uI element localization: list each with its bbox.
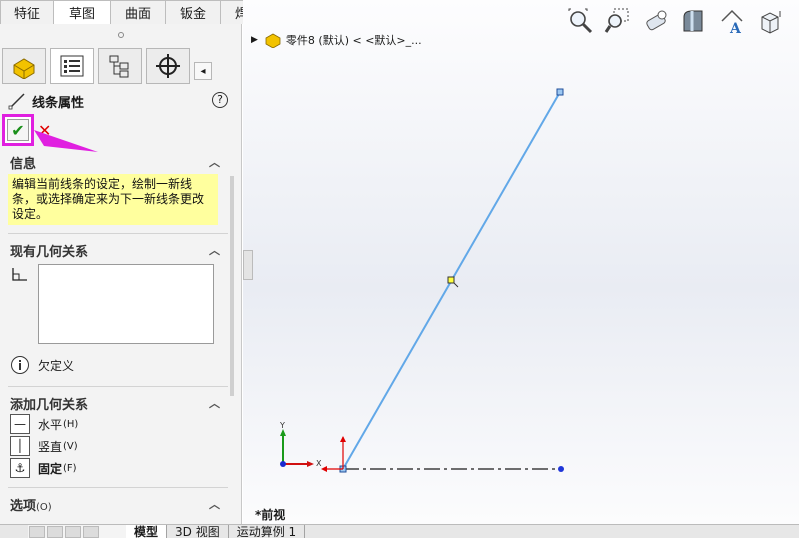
triad-x-arrow xyxy=(307,461,314,467)
triad-y-label: Y xyxy=(279,421,285,430)
relation-vertical[interactable]: │ 竖直 (V) xyxy=(0,435,228,457)
tab-motion-study[interactable]: 运动算例 1 xyxy=(229,524,306,538)
status-text: 欠定义 xyxy=(38,358,75,373)
existing-relations-list[interactable] xyxy=(38,264,214,344)
horizontal-line-icon: — xyxy=(10,414,30,434)
relation-vertical-label: 竖直 xyxy=(38,439,63,454)
checkmark-icon: ✔ xyxy=(11,120,25,140)
chevron-left-icon: ◂ xyxy=(200,65,206,77)
manager-icon-tabs: ◂ xyxy=(2,48,240,84)
relation-horizontal[interactable]: — 水平 (H) xyxy=(0,413,228,435)
tab-sheet-metal[interactable]: 钣金 xyxy=(165,0,221,24)
triad-z-dot xyxy=(280,461,286,467)
info-section-title: 信息 xyxy=(10,156,37,172)
origin-x-arrow xyxy=(321,466,327,472)
origin-y-arrow xyxy=(340,436,346,442)
scrollbar-thumb[interactable] xyxy=(230,176,234,396)
last-tab-arrow[interactable] xyxy=(83,525,99,538)
property-list-icon xyxy=(60,55,84,77)
property-title-row: 线条属性 ? xyxy=(8,90,234,112)
line-tool-icon xyxy=(8,93,25,110)
tab-nav-arrows xyxy=(28,524,126,538)
help-icon[interactable]: ? xyxy=(212,92,228,108)
existing-relations-title: 现有几何关系 xyxy=(10,244,89,260)
chevron-up-icon: ︿ xyxy=(209,498,220,511)
line-midpoint[interactable] xyxy=(447,276,455,284)
tab-sketch[interactable]: 草图 xyxy=(53,0,111,24)
part-icon xyxy=(13,58,35,79)
options-title: 选项(O) xyxy=(10,495,52,514)
existing-relations-header[interactable]: 现有几何关系 ︿ xyxy=(0,240,228,260)
sketch-geometry: Y X xyxy=(279,88,564,473)
close-icon: ✕ xyxy=(38,120,52,140)
tab-3d-view[interactable]: 3D 视图 xyxy=(167,524,229,538)
first-tab-arrow[interactable] xyxy=(29,525,45,538)
relation-fixed-hint: (F) xyxy=(63,462,77,474)
tab-surfaces[interactable]: 曲面 xyxy=(110,0,166,24)
existing-relations-block xyxy=(0,260,228,352)
property-scroll-area: 信息 ︿ 编辑当前线条的设定，绘制一新线条，或选择确定来为下一新线条更改设定。 … xyxy=(0,152,228,524)
chevron-up-icon: ︿ xyxy=(209,397,220,410)
view-name: *前视 xyxy=(255,508,286,522)
options-hint: (O) xyxy=(36,501,52,513)
divider xyxy=(8,487,228,488)
tab-scroll-left-button[interactable]: ◂ xyxy=(194,62,212,80)
graphics-area[interactable]: ▶ 零件8 (默认) < <默认>_... A Y X *前视 xyxy=(243,0,799,524)
crosshair-icon xyxy=(156,54,180,78)
divider xyxy=(8,233,228,234)
panel-scrollbar[interactable] xyxy=(228,164,238,520)
info-section-header[interactable]: 信息 ︿ xyxy=(0,152,228,172)
anchor-icon: ⚓ xyxy=(10,458,30,478)
tab-model[interactable]: 模型 xyxy=(126,524,168,538)
info-message: 编辑当前线条的设定，绘制一新线条，或选择确定来为下一新线条更改设定。 xyxy=(8,174,218,225)
dimxpert-manager-tab[interactable] xyxy=(146,48,190,84)
property-title: 线条属性 xyxy=(32,95,85,111)
add-relations-header[interactable]: 添加几何关系 ︿ xyxy=(0,393,228,413)
status-row: 欠定义 xyxy=(0,352,228,378)
config-tree-icon xyxy=(109,55,129,78)
chevron-up-icon: ︿ xyxy=(209,244,220,257)
confirm-row: ✔ ✕ xyxy=(2,114,51,146)
feature-manager-tab[interactable] xyxy=(2,48,46,84)
relation-vertical-hint: (V) xyxy=(63,440,78,452)
relation-fixed[interactable]: ⚓ 固定 (F) xyxy=(0,457,228,479)
bottom-tab-bar: 模型 3D 视图 运动算例 1 xyxy=(0,524,799,538)
panel-grip[interactable] xyxy=(0,24,242,46)
triad-x-label: X xyxy=(316,459,322,468)
line-endpoint[interactable] xyxy=(556,88,564,96)
property-manager-panel: ◂ 线条属性 ? ✔ ✕ 信息 ︿ 编辑当前线条的设定，绘制一新线条，或选择确定… xyxy=(0,24,242,524)
property-manager-tab[interactable] xyxy=(50,48,94,84)
command-manager-tabs: 特征 草图 曲面 钣金 焊件 xyxy=(0,0,280,24)
configuration-manager-tab[interactable] xyxy=(98,48,142,84)
relation-horizontal-label: 水平 xyxy=(38,417,63,432)
relation-fixed-label: 固定 xyxy=(38,461,63,476)
relation-horizontal-hint: (H) xyxy=(63,418,79,430)
options-header[interactable]: 选项(O) ︿ xyxy=(0,494,228,514)
triad-y-arrow xyxy=(280,429,286,436)
ok-button[interactable]: ✔ xyxy=(7,119,29,141)
cursor-tick xyxy=(453,282,459,288)
relations-icon xyxy=(12,268,27,281)
vertical-line-icon: │ xyxy=(10,436,30,456)
centerline-endpoint[interactable] xyxy=(558,466,564,472)
add-relations-title: 添加几何关系 xyxy=(10,397,89,413)
next-tab-arrow[interactable] xyxy=(65,525,81,538)
cancel-button[interactable]: ✕ xyxy=(38,121,51,140)
tab-features[interactable]: 特征 xyxy=(0,0,54,24)
prev-tab-arrow[interactable] xyxy=(47,525,63,538)
grip-dot-icon xyxy=(118,32,124,38)
options-title-text: 选项 xyxy=(10,498,37,514)
divider xyxy=(8,386,228,387)
ok-highlight: ✔ xyxy=(2,114,34,146)
info-icon xyxy=(11,356,29,374)
chevron-up-icon: ︿ xyxy=(209,156,220,169)
